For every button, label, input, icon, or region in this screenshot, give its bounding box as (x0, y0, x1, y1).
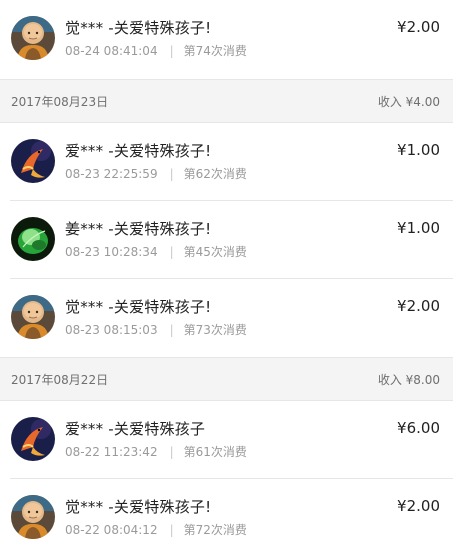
transaction-row[interactable]: 觉*** -关爱特殊孩子! 08-24 08:41:04 | 第74次消费 ¥2.0… (0, 0, 453, 79)
transaction-row[interactable]: 觉*** -关爱特殊孩子! 08-23 08:15:03 | 第73次消费 ¥2.0… (0, 279, 453, 357)
transaction-row[interactable]: 爱*** -关爱特殊孩子! 08-23 22:25:59 | 第62次消费 ¥1.0… (0, 123, 453, 201)
day-date: 2017年08月22日 (11, 373, 109, 387)
transaction-time: 08-23 22:25:59 (65, 167, 158, 181)
transaction-meta: 08-23 10:28:34 | 第45次消费 (65, 243, 247, 260)
transaction-title: 觉*** -关爱特殊孩子! (65, 298, 212, 316)
day-income-total: 收入 ¥8.00 (377, 373, 440, 387)
transaction-title: 爱*** -关爱特殊孩子 (65, 420, 206, 438)
transaction-time: 08-23 08:15:03 (65, 323, 158, 337)
day-date: 2017年08月23日 (11, 95, 109, 109)
transaction-title: 爱*** -关爱特殊孩子! (65, 142, 212, 160)
transaction-amount: ¥2.00 (397, 497, 440, 515)
transaction-title: 觉*** -关爱特殊孩子! (65, 498, 212, 516)
transaction-title: 姜*** -关爱特殊孩子! (65, 220, 212, 238)
transaction-list: 觉*** -关爱特殊孩子! 08-24 08:41:04 | 第74次消费 ¥2.0… (0, 0, 453, 558)
transaction-time: 08-22 11:23:42 (65, 445, 158, 459)
monk-avatar (11, 295, 55, 339)
monk-avatar (11, 16, 55, 60)
transaction-time: 08-23 10:28:34 (65, 245, 158, 259)
koi-avatar (11, 139, 55, 183)
leaf-avatar (11, 217, 55, 261)
meta-separator: | (169, 445, 174, 459)
transaction-count: 第45次消费 (183, 245, 247, 259)
transaction-amount: ¥1.00 (397, 141, 440, 159)
transaction-row[interactable]: 姜*** -关爱特殊孩子! 08-23 10:28:34 | 第45次消费 ¥1.0… (0, 201, 453, 279)
day-header: 2017年08月22日 收入 ¥8.00 (0, 357, 453, 401)
transaction-meta: 08-24 08:41:04 | 第74次消费 (65, 42, 247, 59)
transaction-count: 第62次消费 (183, 167, 247, 181)
transaction-meta: 08-23 08:15:03 | 第73次消费 (65, 321, 247, 338)
day-income-total: 收入 ¥4.00 (377, 95, 440, 109)
transaction-time: 08-24 08:41:04 (65, 44, 158, 58)
transaction-count: 第61次消费 (183, 445, 247, 459)
transaction-amount: ¥2.00 (397, 297, 440, 315)
transaction-title: 觉*** -关爱特殊孩子! (65, 19, 212, 37)
transaction-time: 08-22 08:04:12 (65, 523, 158, 537)
transaction-row[interactable]: 爱*** -关爱特殊孩子 08-22 11:23:42 | 第61次消费 ¥6.00 (0, 401, 453, 479)
transaction-count: 第73次消费 (183, 323, 247, 337)
transaction-meta: 08-22 08:04:12 | 第72次消费 (65, 521, 247, 538)
transaction-amount: ¥2.00 (397, 18, 440, 36)
meta-separator: | (169, 323, 174, 337)
koi-avatar (11, 417, 55, 461)
transaction-amount: ¥1.00 (397, 219, 440, 237)
transaction-count: 第72次消费 (183, 523, 247, 537)
meta-separator: | (169, 245, 174, 259)
transaction-amount: ¥6.00 (397, 419, 440, 437)
meta-separator: | (169, 44, 174, 58)
day-header: 2017年08月23日 收入 ¥4.00 (0, 79, 453, 123)
meta-separator: | (169, 523, 174, 537)
transaction-row[interactable]: 觉*** -关爱特殊孩子! 08-22 08:04:12 | 第72次消费 ¥2.0… (0, 479, 453, 558)
transaction-meta: 08-22 11:23:42 | 第61次消费 (65, 443, 247, 460)
transaction-count: 第74次消费 (183, 44, 247, 58)
meta-separator: | (169, 167, 174, 181)
monk-avatar (11, 495, 55, 539)
transaction-meta: 08-23 22:25:59 | 第62次消费 (65, 165, 247, 182)
